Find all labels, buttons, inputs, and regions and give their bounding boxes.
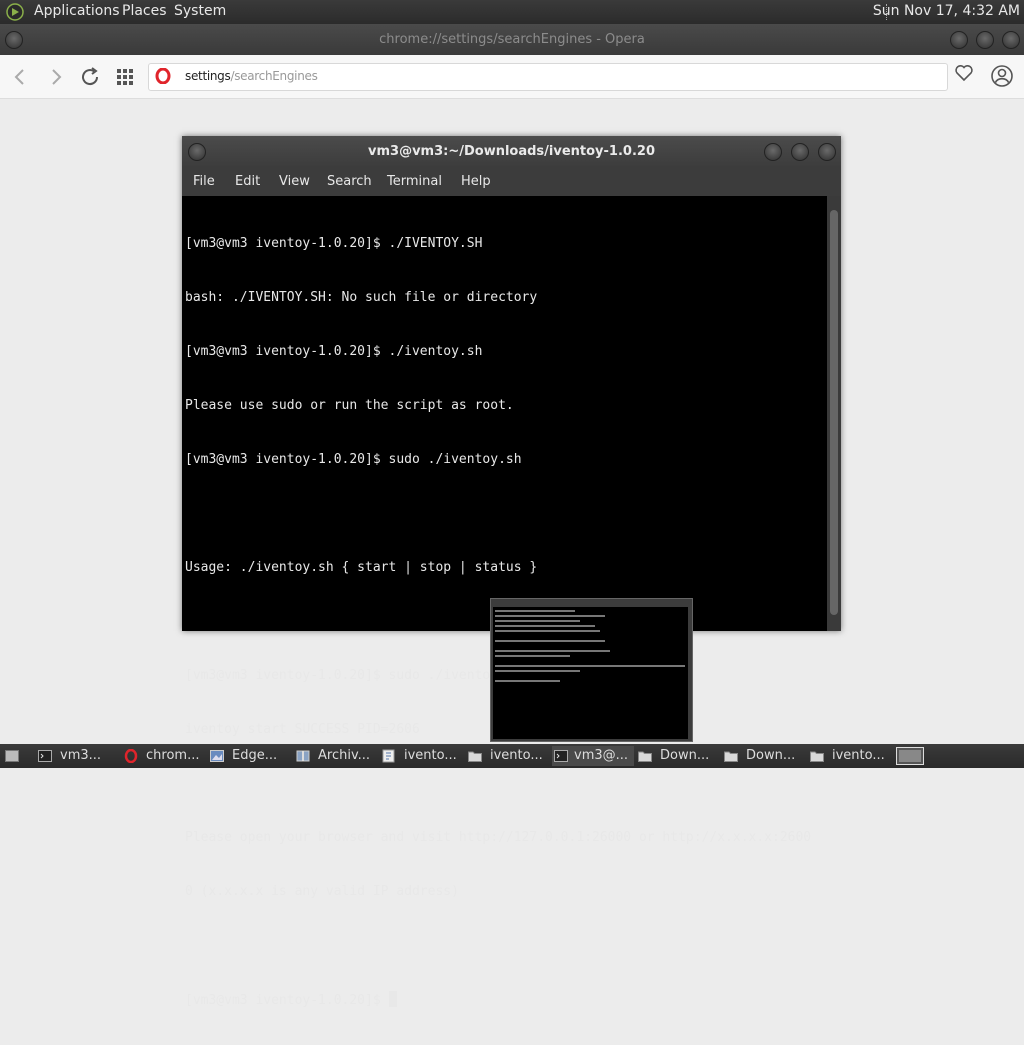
folder-icon	[724, 751, 738, 762]
opera-icon	[124, 749, 138, 763]
terminal-close-button[interactable]	[818, 143, 836, 161]
taskbar-item[interactable]: Down...	[638, 746, 718, 766]
terminal-menu-edit[interactable]: Edit	[235, 174, 260, 189]
menu-applications[interactable]: Applications	[34, 3, 120, 19]
terminal-prompt: [vm3@vm3 iventoy-1.0.20]$	[185, 993, 389, 1008]
terminal-menu-terminal[interactable]: Terminal	[387, 174, 442, 189]
show-desktop-icon	[5, 750, 19, 762]
taskbar-label: Down...	[660, 748, 710, 763]
taskbar-item[interactable]: ivento...	[810, 746, 890, 766]
taskbar-label: Edge...	[232, 748, 278, 763]
taskbar-label: ivento...	[404, 748, 457, 763]
browser-window-title: chrome://settings/searchEngines - Opera	[379, 32, 645, 47]
reload-icon[interactable]	[78, 65, 102, 89]
terminal-cursor	[388, 991, 397, 1007]
heart-icon[interactable]	[950, 63, 978, 91]
terminal-titlebar[interactable]: vm3@vm3:~/Downloads/iventoy-1.0.20	[182, 136, 841, 168]
taskbar-item[interactable]: Edge...	[210, 746, 290, 766]
taskbar-label: vm3@...	[574, 748, 629, 763]
url-text[interactable]: settings/searchEngines	[185, 69, 318, 83]
folder-icon	[638, 751, 652, 762]
terminal-line: 0 (x.x.x.x is any valid IP address)	[185, 884, 459, 899]
terminal-line: Usage: ./iventoy.sh { start | stop | sta…	[185, 560, 538, 575]
terminal-menubar: File Edit View Search Terminal Help	[182, 168, 841, 196]
taskbar-label: ivento...	[832, 748, 885, 763]
terminal-window[interactable]: vm3@vm3:~/Downloads/iventoy-1.0.20 File …	[182, 136, 841, 1008]
top-panel: Applications Places System Sun Nov 17, 4…	[0, 0, 1024, 24]
maximize-button[interactable]	[976, 31, 994, 49]
terminal-icon	[554, 750, 568, 762]
terminal-line: [vm3@vm3 iventoy-1.0.20]$ ./IVENTOY.SH	[185, 236, 483, 251]
minimize-button[interactable]	[950, 31, 968, 49]
terminal-menu-help[interactable]: Help	[461, 174, 491, 189]
taskbar-item[interactable]: Down...	[724, 746, 804, 766]
bottom-panel: vm3... chrom... Edge... Archiv... ivento…	[0, 744, 1024, 768]
terminal-title: vm3@vm3:~/Downloads/iventoy-1.0.20	[368, 144, 655, 159]
folder-icon	[468, 751, 482, 762]
terminal-line: Please open your browser and visit http:…	[185, 830, 812, 845]
terminal-menu-search[interactable]: Search	[327, 174, 372, 189]
taskbar-label: vm3...	[60, 748, 102, 763]
taskbar-label: chrom...	[146, 748, 200, 763]
terminal-line: Please use sudo or run the script as roo…	[185, 398, 514, 413]
taskbar-label: Archiv...	[318, 748, 371, 763]
terminal-window-menu-button[interactable]	[188, 143, 206, 161]
taskbar-item[interactable]: chrom...	[124, 746, 204, 766]
terminal-menu-file[interactable]: File	[193, 174, 215, 189]
taskbar-item[interactable]: ivento...	[382, 746, 462, 766]
close-button[interactable]	[1002, 31, 1020, 49]
show-desktop-button[interactable]	[2, 746, 24, 766]
terminal-output[interactable]: [vm3@vm3 iventoy-1.0.20]$ ./IVENTOY.SH b…	[182, 196, 827, 1008]
taskbar-item[interactable]: vm3...	[38, 746, 118, 766]
speed-dial-icon[interactable]	[113, 65, 137, 89]
terminal-icon	[38, 750, 52, 762]
workspace-switcher[interactable]	[894, 746, 926, 766]
terminal-line: [vm3@vm3 iventoy-1.0.20]$ ./iventoy.sh	[185, 344, 483, 359]
terminal-line: bash: ./IVENTOY.SH: No such file or dire…	[185, 290, 538, 305]
terminal-line: [vm3@vm3 iventoy-1.0.20]$ sudo ./iventoy…	[185, 452, 522, 467]
back-icon[interactable]	[8, 65, 32, 89]
forward-icon[interactable]	[44, 65, 68, 89]
address-bar[interactable]: settings/searchEngines	[148, 63, 948, 91]
taskbar-item[interactable]: Archiv...	[296, 746, 376, 766]
browser-titlebar: chrome://settings/searchEngines - Opera	[0, 24, 1024, 55]
terminal-maximize-button[interactable]	[791, 143, 809, 161]
terminal-scroll-thumb[interactable]	[830, 210, 838, 615]
taskbar-item-active[interactable]: vm3@...	[552, 746, 634, 766]
folder-icon	[810, 751, 824, 762]
terminal-menu-view[interactable]: View	[279, 174, 310, 189]
terminal-scrollbar[interactable]	[827, 196, 841, 631]
taskbar-label: Down...	[746, 748, 796, 763]
url-path: /searchEngines	[230, 69, 318, 83]
taskbar-item[interactable]: ivento...	[468, 746, 548, 766]
profile-icon[interactable]	[990, 64, 1014, 88]
browser-toolbar: settings/searchEngines	[0, 55, 1024, 99]
image-icon	[210, 750, 224, 762]
opera-icon	[155, 68, 171, 84]
workspace-icon	[896, 747, 924, 765]
menu-system[interactable]: System	[174, 3, 226, 19]
window-thumbnail-preview[interactable]	[490, 598, 693, 742]
menu-places[interactable]: Places	[122, 3, 167, 19]
thumbnail-terminal-image	[493, 607, 688, 739]
window-menu-button[interactable]	[5, 31, 23, 49]
terminal-prompt-line: [vm3@vm3 iventoy-1.0.20]$	[185, 991, 827, 1009]
clock[interactable]: Sun Nov 17, 4:32 AM	[873, 3, 1020, 19]
applications-logo-icon[interactable]	[6, 3, 24, 21]
archive-icon	[296, 750, 310, 762]
text-editor-icon	[382, 749, 395, 763]
taskbar-label: ivento...	[490, 748, 543, 763]
terminal-minimize-button[interactable]	[764, 143, 782, 161]
url-host: settings	[185, 69, 231, 83]
